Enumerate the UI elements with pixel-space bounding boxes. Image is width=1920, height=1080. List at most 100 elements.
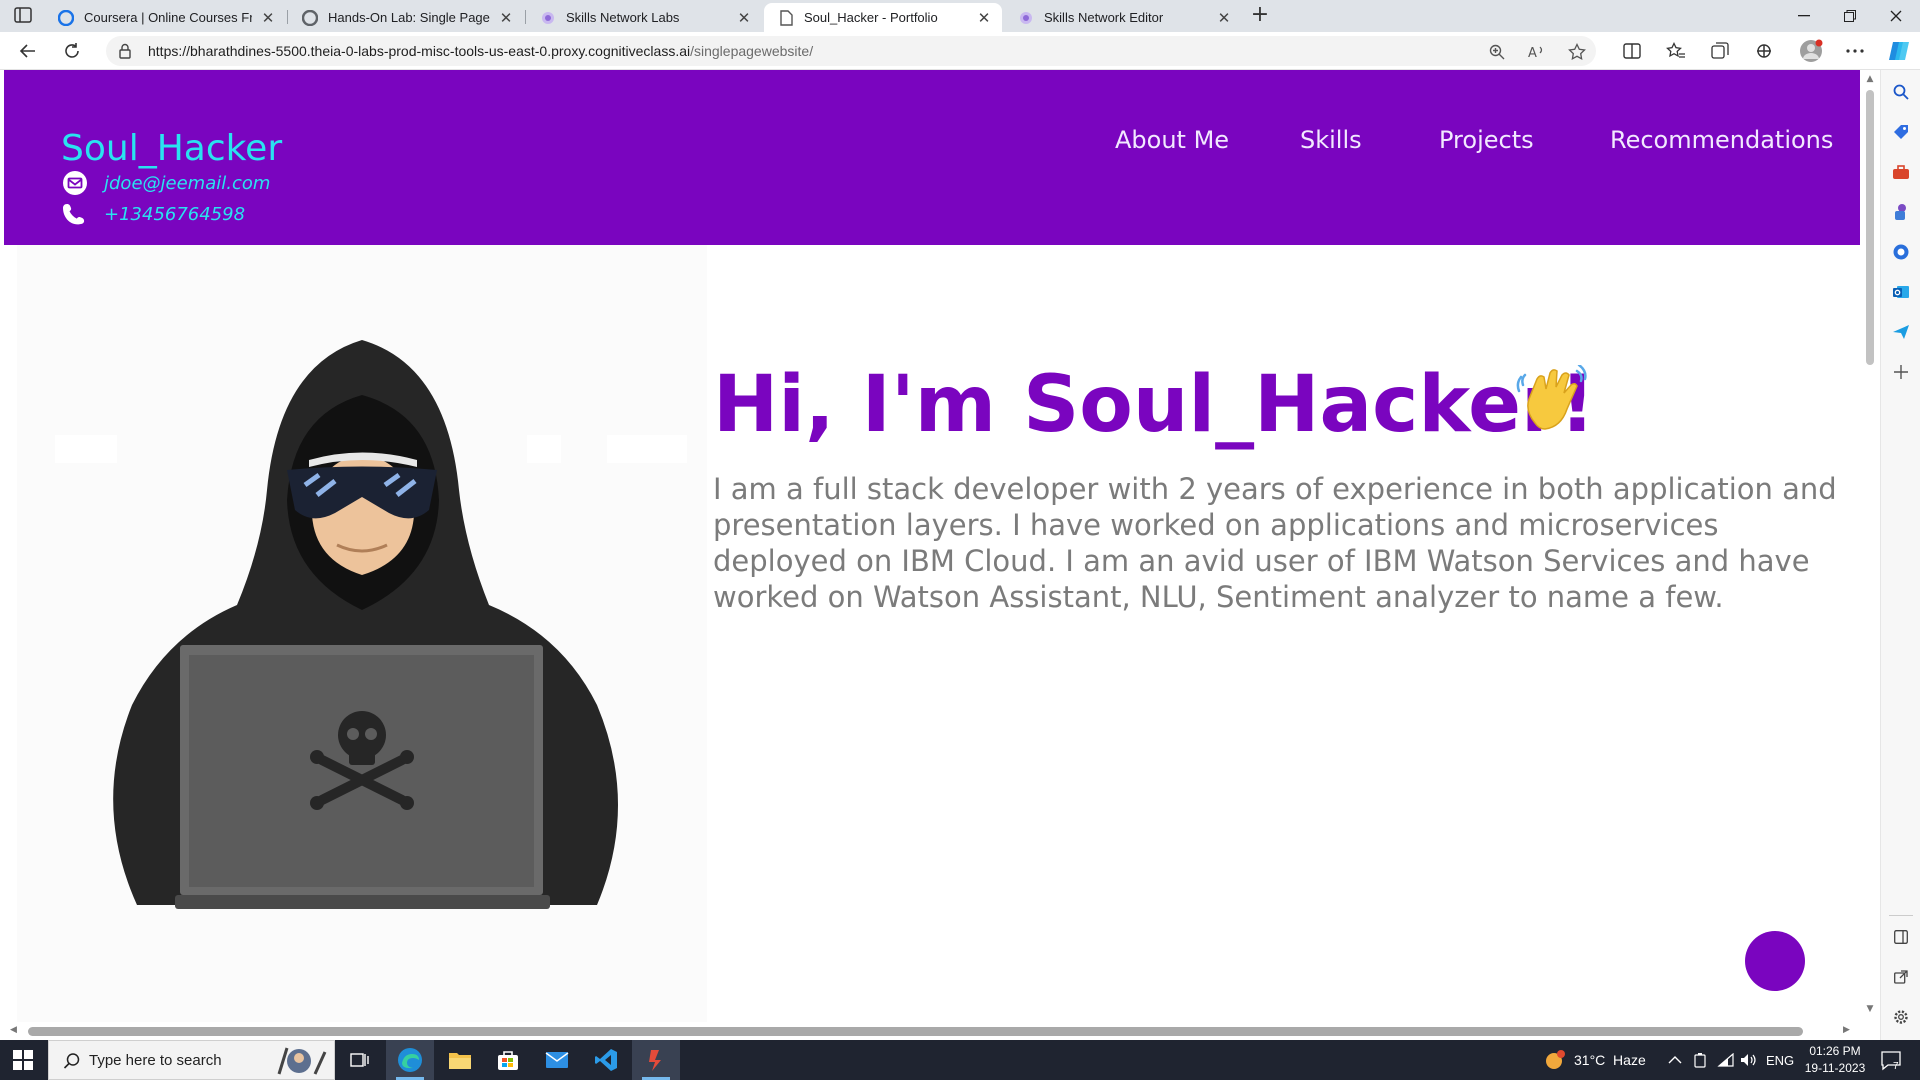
- tab-title: Skills Network Editor: [1044, 10, 1164, 25]
- tab-close-icon[interactable]: ✕: [736, 9, 752, 27]
- search-icon[interactable]: [1892, 83, 1910, 101]
- restore-button[interactable]: [1827, 0, 1873, 32]
- search-highlight-illustration: [269, 1044, 329, 1078]
- notification-center-icon[interactable]: 7: [1880, 1049, 1902, 1072]
- send-icon[interactable]: [1892, 323, 1910, 341]
- read-aloud-icon[interactable]: A: [1528, 43, 1546, 61]
- search-icon: [63, 1052, 81, 1070]
- shopping-tag-icon[interactable]: [1892, 123, 1910, 141]
- weather-widget[interactable]: 31°C Haze: [1544, 1040, 1646, 1080]
- microsoft365-icon[interactable]: [1892, 243, 1910, 261]
- copilot-icon[interactable]: [1887, 39, 1911, 63]
- phone-icon: [62, 201, 88, 227]
- mail-app-icon[interactable]: [533, 1040, 581, 1080]
- site-brand[interactable]: Soul_Hacker: [61, 128, 282, 169]
- volume-icon[interactable]: [1740, 1040, 1758, 1080]
- sidebar-panel-icon[interactable]: [1892, 928, 1910, 946]
- windows-start-icon[interactable]: [13, 1050, 33, 1070]
- tab-title: Coursera | Online Courses From: [84, 10, 252, 25]
- scroll-down-arrow-icon[interactable]: ▼: [1865, 1004, 1875, 1014]
- wifi-icon[interactable]: [1717, 1040, 1735, 1080]
- notification-count: 7: [1893, 1061, 1899, 1071]
- floating-action-button[interactable]: [1745, 931, 1805, 991]
- email-link[interactable]: jdoe@jeemail.com: [104, 173, 270, 194]
- store-icon[interactable]: [484, 1040, 532, 1080]
- mail-icon: [62, 170, 88, 196]
- tab-actions-icon[interactable]: [14, 7, 36, 25]
- tab-close-icon[interactable]: ✕: [260, 9, 276, 27]
- close-window-button[interactable]: [1873, 0, 1919, 32]
- sidebar-divider: [1889, 915, 1913, 916]
- vertical-scroll-thumb[interactable]: [1866, 90, 1874, 365]
- refresh-icon[interactable]: [61, 40, 83, 62]
- lock-icon[interactable]: [118, 43, 134, 59]
- open-external-icon[interactable]: [1892, 968, 1910, 986]
- weather-text: 31°C Haze: [1574, 1052, 1646, 1068]
- tab-skills-network-labs[interactable]: Skills Network Labs ✕: [526, 3, 762, 32]
- more-icon[interactable]: [1845, 41, 1865, 61]
- horizontal-scrollbar[interactable]: ◀ ▶: [0, 1022, 1880, 1040]
- scroll-right-arrow-icon[interactable]: ▶: [1843, 1025, 1850, 1035]
- coursera-favicon-icon: [58, 9, 74, 26]
- nav-recommendations[interactable]: Recommendations: [1610, 126, 1833, 154]
- minimize-button[interactable]: [1781, 0, 1827, 32]
- games-icon[interactable]: [1892, 203, 1910, 221]
- scroll-left-arrow-icon[interactable]: ◀: [10, 1025, 17, 1035]
- address-toolbar: https://bharathdines-5500.theia-0-labs-p…: [0, 32, 1920, 70]
- url-host: https://bharathdines-5500.theia-0-labs-p…: [148, 43, 691, 59]
- file-explorer-icon[interactable]: [436, 1040, 484, 1080]
- split-screen-icon[interactable]: [1622, 41, 1642, 61]
- skills-network-favicon-icon: [540, 10, 556, 26]
- waving-hand-icon: [1515, 363, 1587, 437]
- phone-link[interactable]: +13456764598: [104, 204, 245, 225]
- extensions-icon[interactable]: [1754, 41, 1774, 61]
- settings-gear-icon[interactable]: [1892, 1008, 1910, 1026]
- weather-icon: [1544, 1050, 1566, 1070]
- hero-title: Hi, I'm Soul_Hacker!: [713, 360, 1596, 450]
- vscode-icon[interactable]: [582, 1040, 630, 1080]
- collections-icon[interactable]: [1710, 41, 1730, 61]
- nav-skills[interactable]: Skills: [1300, 126, 1362, 154]
- outlook-icon[interactable]: [1892, 283, 1910, 301]
- tab-hands-on-lab[interactable]: Hands-On Lab: Single Page Portf ✕: [288, 3, 524, 32]
- tools-icon[interactable]: [1892, 163, 1910, 181]
- tab-close-icon[interactable]: ✕: [498, 9, 514, 27]
- svg-text:A: A: [1528, 46, 1537, 60]
- recording-app-icon[interactable]: [632, 1040, 680, 1080]
- language-indicator[interactable]: ENG: [1766, 1040, 1794, 1080]
- profile-avatar[interactable]: [1799, 39, 1823, 63]
- tab-soul-hacker-portfolio[interactable]: Soul_Hacker - Portfolio ✕: [764, 3, 1002, 32]
- edge-icon[interactable]: [386, 1040, 434, 1080]
- taskbar-clock[interactable]: 01:26 PM 19-11-2023: [1800, 1043, 1870, 1077]
- tab-title: Skills Network Labs: [566, 10, 680, 25]
- nav-projects[interactable]: Projects: [1439, 126, 1534, 154]
- taskbar-search-box[interactable]: Type here to search: [48, 1040, 335, 1080]
- horizontal-scroll-thumb[interactable]: [28, 1027, 1803, 1036]
- tab-close-icon[interactable]: ✕: [1216, 9, 1232, 27]
- favorites-icon[interactable]: [1666, 41, 1686, 61]
- zoom-icon[interactable]: [1488, 43, 1506, 61]
- back-icon[interactable]: [16, 40, 38, 62]
- contact-email: jdoe@jeemail.com: [62, 170, 270, 196]
- scroll-up-arrow-icon[interactable]: ▲: [1865, 74, 1875, 84]
- url-text: https://bharathdines-5500.theia-0-labs-p…: [148, 43, 813, 59]
- google-favicon-icon: [302, 9, 318, 26]
- tab-title: Hands-On Lab: Single Page Portf: [328, 10, 490, 25]
- tab-coursera[interactable]: Coursera | Online Courses From ✕: [44, 3, 286, 32]
- show-hidden-icons[interactable]: [1668, 1040, 1682, 1080]
- favorite-star-icon[interactable]: [1568, 43, 1586, 61]
- tab-skills-network-editor[interactable]: Skills Network Editor ✕: [1004, 3, 1242, 32]
- nav-about-me[interactable]: About Me: [1115, 126, 1229, 154]
- windows-taskbar: Type here to search 31°C Haze ENG 01:26 …: [0, 1040, 1920, 1080]
- vertical-scrollbar[interactable]: ▲ ▼: [1860, 70, 1880, 1022]
- hacker-illustration: [17, 245, 707, 1022]
- task-view-icon[interactable]: [336, 1040, 384, 1080]
- add-icon[interactable]: [1892, 363, 1910, 381]
- battery-icon[interactable]: [1693, 1040, 1707, 1080]
- tab-close-icon[interactable]: ✕: [976, 9, 992, 27]
- new-tab-button[interactable]: +: [1248, 4, 1272, 28]
- contact-phone: +13456764598: [62, 201, 245, 227]
- url-field[interactable]: https://bharathdines-5500.theia-0-labs-p…: [106, 36, 1596, 66]
- tab-title: Soul_Hacker - Portfolio: [804, 10, 938, 25]
- search-placeholder: Type here to search: [89, 1052, 222, 1069]
